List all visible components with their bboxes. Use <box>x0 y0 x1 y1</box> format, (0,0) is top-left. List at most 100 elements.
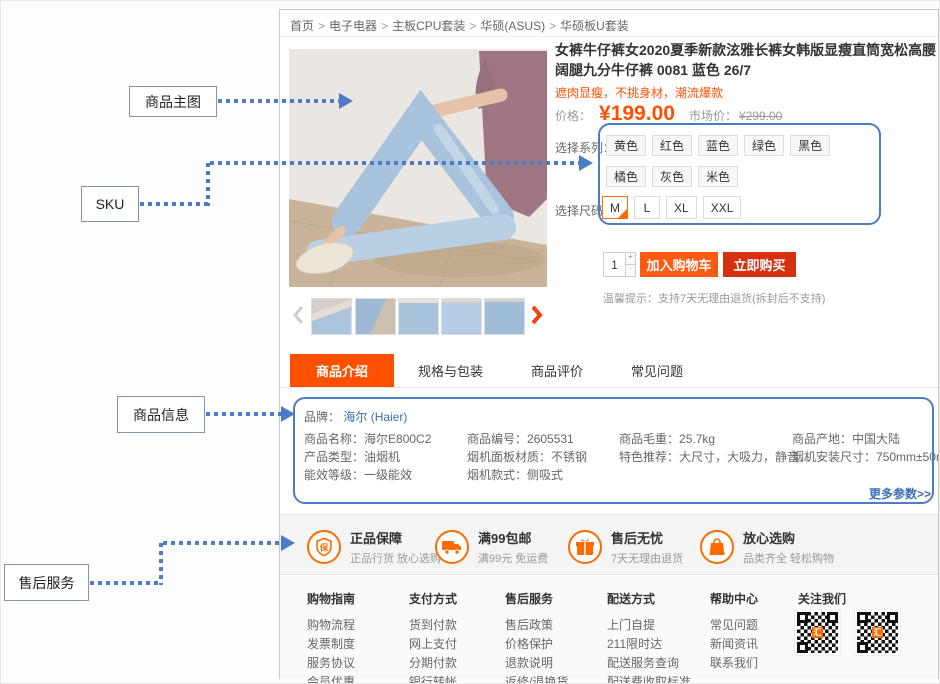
more-params-link[interactable]: 更多参数>> <box>869 485 931 502</box>
tip-text: 支持7天无理由退货(拆封后不支持) <box>658 293 825 305</box>
add-to-cart-button[interactable]: 加入购物车 <box>640 252 718 277</box>
info-key: 产品类型： <box>304 450 364 464</box>
size-option-button[interactable]: M <box>602 196 628 219</box>
annotation-arrowhead <box>281 406 295 422</box>
series-option-button[interactable]: 黑色 <box>790 135 830 156</box>
thumbnail-1[interactable] <box>311 298 352 335</box>
qr-logo: 汇 <box>872 627 883 638</box>
footer-link[interactable]: 售后政策 <box>505 616 568 635</box>
info-key: 能效等级： <box>304 468 364 482</box>
service-item-2: 满99包邮满99元 免运费 <box>435 528 548 566</box>
footer-column-title: 支付方式 <box>409 590 457 607</box>
breadcrumb-item-3[interactable]: 主板CPU套装 <box>392 19 465 33</box>
annotation-arrowhead <box>339 93 353 109</box>
series-option-button[interactable]: 黄色 <box>606 135 646 156</box>
footer-link[interactable]: 新闻资讯 <box>710 635 758 654</box>
thumbnail-3[interactable] <box>398 298 439 335</box>
annotation-arrow-line <box>206 163 210 206</box>
footer-link[interactable]: 发票制度 <box>307 635 355 654</box>
thumbnail-5[interactable] <box>484 298 525 335</box>
annotation-label-after-sales: 售后服务 <box>4 564 89 601</box>
footer-link[interactable]: 配送服务查询 <box>607 654 691 673</box>
series-option-button[interactable]: 米色 <box>698 166 738 187</box>
qr-marker <box>857 612 868 623</box>
product-main-image[interactable] <box>289 49 547 287</box>
footer-link[interactable]: 上门自提 <box>607 616 691 635</box>
service-item-4: 放心选购品类齐全 轻松购物 <box>700 528 834 566</box>
series-option-button[interactable]: 绿色 <box>744 135 784 156</box>
footer-link[interactable]: 购物流程 <box>307 616 355 635</box>
breadcrumb-separator: > <box>381 19 388 33</box>
footer-link[interactable]: 配送费收取标准 <box>607 673 691 684</box>
breadcrumb-item-5[interactable]: 华硕板U套装 <box>560 19 629 33</box>
qr-code-2: 汇 <box>855 610 900 655</box>
footer-link[interactable]: 分期付款 <box>409 654 457 673</box>
annotation-label-text: 售后服务 <box>19 573 75 593</box>
annotation-arrowhead <box>579 155 593 171</box>
qr-marker <box>797 642 808 653</box>
size-option-button[interactable]: L <box>634 196 660 219</box>
breadcrumb: 首页>电子电器>主板CPU套装>华硕(ASUS)>华硕板U套装 <box>290 17 629 34</box>
info-row: 烟机款式：侧吸式 <box>467 466 587 484</box>
series-option-button[interactable]: 红色 <box>652 135 692 156</box>
brand-label: 品牌： <box>304 410 340 424</box>
footer-link[interactable]: 网上支付 <box>409 635 457 654</box>
quantity-stepper: 1 + - <box>603 252 636 277</box>
tab-3[interactable]: 商品评价 <box>507 354 607 387</box>
brand-link[interactable]: 海尔 (Haier) <box>343 410 407 424</box>
footer-link[interactable]: 价格保护 <box>505 635 568 654</box>
annotation-label-text: 商品信息 <box>133 405 189 425</box>
thumbs-next-icon[interactable] <box>530 304 544 326</box>
model-photo-illustration <box>289 49 547 287</box>
series-option-button[interactable]: 蓝色 <box>698 135 738 156</box>
footer-link[interactable]: 退款说明 <box>505 654 568 673</box>
footer-link[interactable]: 联系我们 <box>710 654 758 673</box>
detail-tabbar: 商品介绍规格与包装商品评价常见问题 <box>280 354 938 388</box>
price-row: 价格： ¥199.00 市场价： ¥299.00 <box>555 102 782 126</box>
info-value: 一级能效 <box>364 468 412 482</box>
size-options: ML XL XXL <box>602 196 747 219</box>
service-texts: 满99包邮满99元 免运费 <box>478 528 548 566</box>
quantity-decrease-button[interactable]: - <box>626 265 636 277</box>
series-option-button[interactable]: 灰色 <box>652 166 692 187</box>
qr-marker <box>857 642 868 653</box>
thumbs-prev-icon[interactable] <box>291 304 305 326</box>
footer-link[interactable]: 常见问题 <box>710 616 758 635</box>
footer-link[interactable]: 会员优惠 <box>307 673 355 684</box>
tab-2[interactable]: 规格与包装 <box>394 354 507 387</box>
qr-marker <box>797 612 808 623</box>
info-value: 不锈钢 <box>551 450 587 464</box>
service-desc: 品类齐全 轻松购物 <box>743 550 834 566</box>
footer-column-title: 售后服务 <box>505 590 568 607</box>
return-policy-tip: 温馨提示：支持7天无理由退货(拆封后不支持) <box>603 290 825 306</box>
qr-code-1: 汇 <box>795 610 840 655</box>
footer-link[interactable]: 211限时达 <box>607 635 691 654</box>
size-option-button[interactable]: XXL <box>703 196 742 219</box>
footer-column-title: 关注我们 <box>798 590 846 607</box>
breadcrumb-item-4[interactable]: 华硕(ASUS) <box>480 19 545 33</box>
info-row: 产品类型：油烟机 <box>304 448 431 466</box>
buy-now-button[interactable]: 立即购买 <box>723 252 796 277</box>
size-option-button[interactable]: XL <box>666 196 697 219</box>
truck-icon <box>435 530 469 564</box>
thumbnail-2[interactable] <box>355 298 396 335</box>
info-value: 侧吸式 <box>527 468 563 482</box>
footer-link[interactable]: 货到付款 <box>409 616 457 635</box>
footer-link[interactable]: 银行转帐 <box>409 673 457 684</box>
breadcrumb-separator: > <box>469 19 476 33</box>
svg-text:保: 保 <box>319 543 329 553</box>
tab-1[interactable]: 商品介绍 <box>290 354 394 387</box>
tab-4[interactable]: 常见问题 <box>607 354 707 387</box>
info-key: 商品产地： <box>792 432 852 446</box>
footer-link[interactable]: 返修/退换货 <box>505 673 568 684</box>
thumbnail-4[interactable] <box>441 298 482 335</box>
info-key: 烟机款式： <box>467 468 527 482</box>
quantity-input[interactable]: 1 <box>603 252 626 277</box>
service-desc: 7天无理由退货 <box>611 550 683 566</box>
footer-link[interactable]: 服务协议 <box>307 654 355 673</box>
info-key: 烟机安装尺寸： <box>792 450 876 464</box>
series-option-button[interactable]: 橘色 <box>606 166 646 187</box>
footer-column-2: 支付方式货到付款网上支付分期付款银行转帐 <box>409 590 457 684</box>
breadcrumb-item-1[interactable]: 首页 <box>290 19 314 33</box>
breadcrumb-item-2[interactable]: 电子电器 <box>329 19 377 33</box>
